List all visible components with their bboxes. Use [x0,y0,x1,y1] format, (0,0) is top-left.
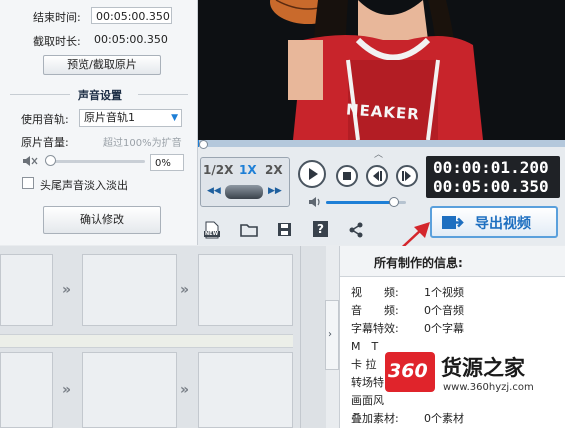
next-frame-button[interactable] [396,165,418,187]
speed-half-option[interactable]: 1/2X [203,163,233,177]
info-row-label: M T [351,340,379,353]
confirm-changes-button[interactable]: 确认修改 [43,206,161,234]
timeline-clip[interactable] [0,254,53,326]
audio-section-title: 声音设置 [78,89,122,102]
info-row-label: 字幕特效: [351,322,399,335]
end-time-label: 结束时间: [33,11,81,24]
volume-slider-knob[interactable] [45,155,56,166]
open-folder-icon[interactable] [240,223,258,237]
play-button[interactable] [298,160,326,188]
clip-settings-panel: 结束时间: 00:05:00.350 截取时长: 00:05:00.350 预览… [0,0,198,245]
end-time-field[interactable]: 00:05:00.350 [91,7,172,24]
rewind-icon[interactable]: ◀◀ [207,186,221,196]
info-row-value: 0个音频 [424,304,464,317]
chevron-down-icon: ▼ [171,113,178,123]
timeline-track-divider [0,334,293,348]
fade-checkbox-label: 头尾声音淡入淡出 [40,179,128,192]
info-row-label: 卡 拉 [351,358,377,371]
timeline-clip[interactable] [82,352,177,428]
duration-label: 截取时长: [33,35,81,48]
speed-double-option[interactable]: 2X [265,163,283,177]
preview-clip-button[interactable]: 预览/截取原片 [43,55,161,75]
player-volume-knob[interactable] [389,197,399,207]
speed-normal-option[interactable]: 1X [239,163,257,177]
help-icon[interactable]: ? [313,221,328,237]
fade-checkbox[interactable] [22,177,34,189]
info-row-style: 画面风 [351,392,384,408]
chevron-right-icon: › [328,329,332,340]
info-row-label: 叠加素材: [351,412,399,425]
save-icon[interactable] [277,222,292,237]
info-row-label: 画面风 [351,394,384,407]
info-row-mtv: M T [351,338,378,354]
collapse-chevron-icon[interactable]: ︿ [374,147,383,160]
speed-selector: 1/2X 1X 2X ◀◀ ▶▶ [200,157,290,207]
transition-arrow-icon[interactable]: » [62,382,71,398]
info-row-overlay: 叠加素材: [351,410,399,426]
info-row-value: 0个素材 [424,412,464,425]
volume-hint: 超过100%为扩音 [103,138,182,149]
watermark-brand: 货源之家 [441,356,525,380]
info-row-transition: 转场特 [351,374,384,390]
audio-track-select[interactable]: 原片音轨1 ▼ [79,109,182,127]
section-divider-right [138,94,188,95]
info-row-karaoke: 卡 拉 [351,356,377,372]
info-row-label: 音 频: [351,304,399,317]
player-volume-icon[interactable] [308,196,322,208]
timeline-clip[interactable] [198,254,293,326]
stop-button[interactable] [336,165,358,187]
transition-arrow-icon[interactable]: » [180,382,189,398]
timeline-area: » » » » [0,246,326,428]
info-row-subtitle: 字幕特效: [351,320,399,336]
fast-forward-icon[interactable]: ▶▶ [268,186,282,196]
export-video-button[interactable]: 导出视频 [430,206,558,238]
volume-value-field[interactable]: 0% [150,154,184,171]
play-icon [309,168,318,180]
new-icon-text: NEW [205,231,219,237]
time-display: 00:00:01.200 00:05:00.350 [426,156,560,198]
step-back-icon [373,171,382,181]
volume-label: 原片音量: [21,136,69,149]
timeline-clip[interactable] [82,254,177,326]
audio-track-label: 使用音轨: [21,113,69,126]
playback-progress-knob[interactable] [199,140,209,149]
transition-arrow-icon[interactable]: » [62,282,71,298]
transition-arrow-icon[interactable]: » [180,282,189,298]
section-divider-left [10,94,70,95]
info-row-label: 转场特 [351,376,384,389]
timeline-clip[interactable] [198,352,293,428]
speed-jog-knob[interactable] [225,185,263,199]
video-preview: NEAKER [198,0,565,140]
total-time: 00:05:00.350 [433,177,549,196]
info-row-video: 视 频: [351,284,399,300]
timeline-side-strip [300,246,326,428]
duration-value: 00:05:00.350 [94,33,168,46]
new-project-icon[interactable]: NEW [204,221,220,239]
export-icon [442,216,464,229]
volume-slider-track[interactable] [45,160,145,163]
timeline-clip[interactable] [0,352,53,428]
info-row-value: 1个视频 [424,286,464,299]
watermark-logo: 360 [385,352,435,392]
info-row-audio: 音 频: [351,302,399,318]
info-panel-toggle[interactable]: › [325,300,339,370]
previous-frame-button[interactable] [366,165,388,187]
project-toolbar: NEW ? [198,215,378,243]
current-time: 00:00:01.200 [433,158,549,177]
info-row-value: 0个字幕 [424,322,464,335]
info-title-bar: 所有制作的信息: [340,246,565,277]
watermark-url: www.360hyzj.com [443,382,534,393]
info-title: 所有制作的信息: [374,256,463,270]
playback-progress-track[interactable] [198,140,565,147]
watermark-logo-text: 360 [388,360,428,382]
audio-track-value: 原片音轨1 [84,111,135,124]
stop-icon [343,172,351,180]
info-row-label: 视 频: [351,286,399,299]
share-icon[interactable] [348,222,364,238]
mute-speaker-icon[interactable] [22,154,38,168]
production-info-panel: 所有制作的信息: 视 频: 1个视频 音 频: 0个音频 字幕特效: 0个字幕 … [339,246,565,428]
player-volume-fill [326,201,394,204]
export-button-label: 导出视频 [475,216,531,232]
step-forward-icon [402,171,411,181]
